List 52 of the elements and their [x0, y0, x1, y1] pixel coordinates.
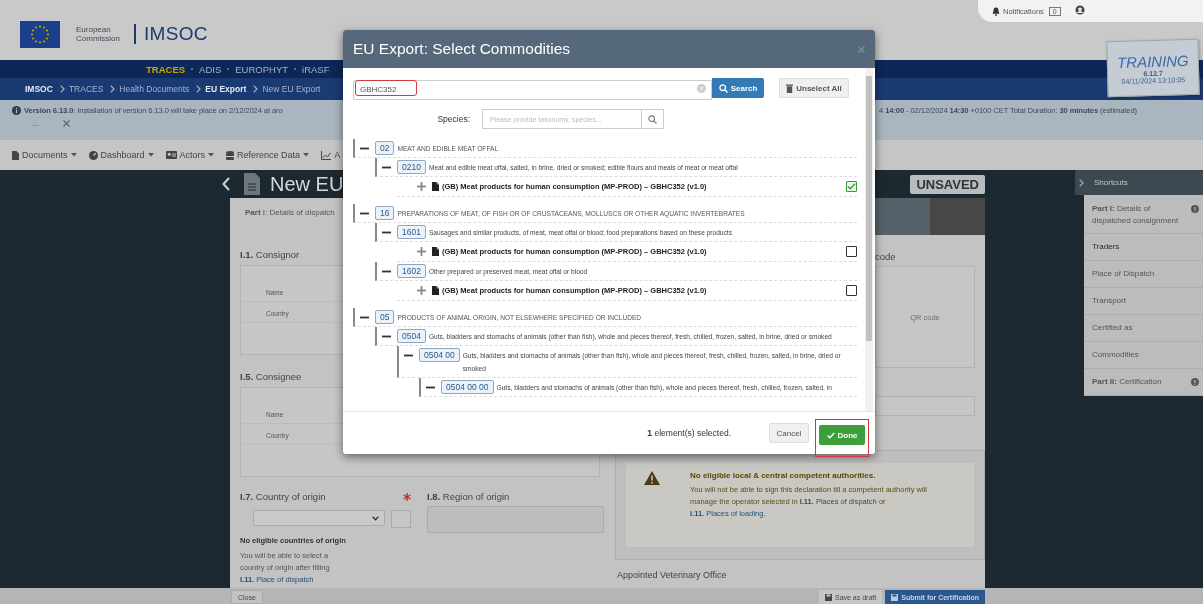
field-label: Species:	[436, 114, 470, 124]
breadcrumb-link[interactable]: EU Export	[205, 84, 247, 94]
shortcut-item[interactable]: Certified as	[1084, 315, 1203, 342]
search-button[interactable]: Search	[712, 78, 764, 98]
menu-item[interactable]: Documents	[12, 150, 77, 160]
done-button[interactable]: Done	[819, 425, 865, 445]
menu-item[interactable]: Reference Data	[226, 150, 310, 160]
breadcrumb-link[interactable]: TRACES	[68, 84, 104, 94]
code-badge: 1602	[397, 264, 426, 278]
page-title: New EU	[270, 172, 344, 196]
code-badge: 0210	[397, 160, 426, 174]
code-badge: 16	[375, 206, 395, 220]
shortcut-item[interactable]: Commodities	[1084, 342, 1203, 369]
nav-link[interactable]: TRACES	[146, 63, 186, 75]
environment-name: TRAINING	[1116, 51, 1189, 71]
shortcut-item[interactable]: Transport	[1084, 288, 1203, 315]
status-badge: UNSAVED	[910, 174, 985, 194]
section-label: I.5. Consignee	[240, 371, 302, 382]
code-badge: 05	[375, 310, 395, 324]
menu-item[interactable]: Actors	[165, 150, 215, 160]
code-badge: 1601	[397, 225, 426, 239]
dialog-title: EU Export: Select Commodities	[353, 40, 571, 58]
breadcrumb-link[interactable]: New EU Export	[262, 84, 321, 94]
organization-name: European Commission	[76, 25, 121, 43]
section-label: I.7. Country of origin	[240, 491, 326, 502]
unselect-all-button[interactable]: Unselect All	[779, 78, 849, 98]
section-label: code	[875, 251, 897, 262]
warning-title: No eligible local & central competent authorities.	[690, 471, 877, 480]
section-label: I.8. Region of origin	[427, 491, 511, 502]
cancel-button[interactable]: Cancel	[769, 423, 809, 443]
section-label: I.1. Consignor	[240, 249, 300, 260]
selection-count: 1 element(s) selected.	[647, 428, 731, 438]
menu-item[interactable]: Dashboard	[88, 150, 154, 160]
section-label: Appointed Veterinary Office	[617, 570, 728, 580]
breadcrumb-link[interactable]: Health Documents	[119, 84, 190, 94]
shortcut-item[interactable]: Traders	[1084, 234, 1203, 261]
nav-link[interactable]: ADIS	[199, 63, 222, 75]
app-name: IMSOC	[144, 23, 208, 45]
nav-link[interactable]: iRASF	[302, 63, 330, 75]
breadcrumb-link[interactable]: IMSOC	[25, 84, 53, 94]
shortcut-item[interactable]: Part I: Details of dispatched consignment	[1084, 195, 1203, 234]
shortcut-item[interactable]: Part II: Certification	[1084, 369, 1203, 396]
code-badge: 0504 00 00	[441, 380, 494, 394]
nav-link[interactable]: EUROPHYT	[235, 63, 289, 75]
shortcut-item[interactable]: Place of Dispatch	[1084, 261, 1203, 288]
menu-item[interactable]: A	[321, 150, 341, 160]
code-badge: 0504 00	[419, 348, 460, 362]
code-badge: 0504	[397, 329, 426, 343]
shortcuts-header[interactable]: Shortcuts	[1075, 170, 1203, 195]
search-field[interactable]: GBHC352	[353, 79, 712, 100]
code-badge: 02	[375, 141, 395, 155]
ellipsis-text: ...	[32, 119, 39, 128]
